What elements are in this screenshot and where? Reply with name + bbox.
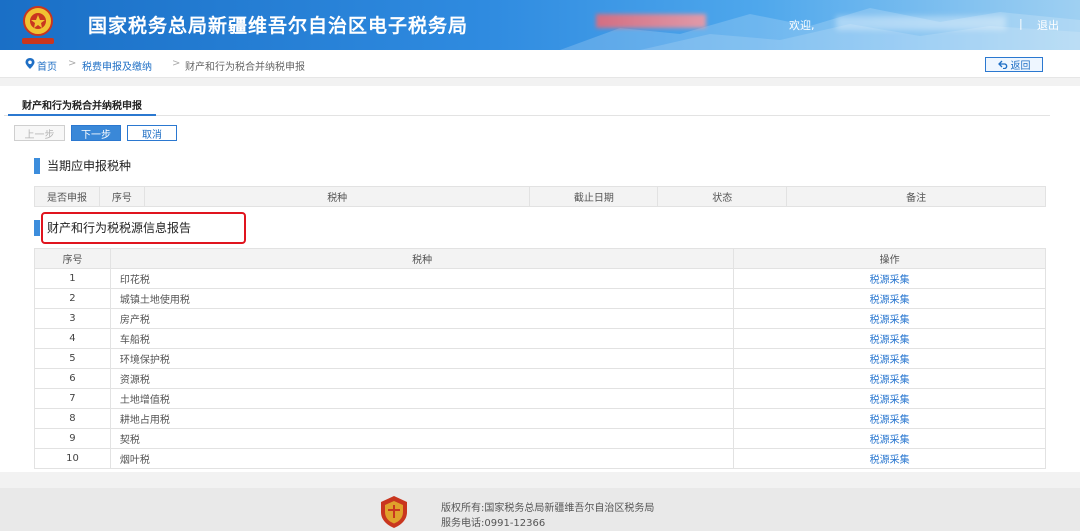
table-row: 1 印花税 税源采集: [34, 268, 1046, 289]
tax-type: 耕地占用税: [109, 408, 735, 429]
site-footer: 版权所有:国家税务总局新疆维吾尔自治区税务局 服务电话:0991-12366: [0, 488, 1080, 531]
table-row: 4 车船税 税源采集: [34, 328, 1046, 349]
back-arrow-icon: [997, 60, 1007, 69]
collect-tax-source-link[interactable]: 税源采集: [733, 308, 1046, 329]
collect-tax-source-link[interactable]: 税源采集: [733, 448, 1046, 469]
table-row: 6 资源税 税源采集: [34, 368, 1046, 389]
collect-tax-source-link[interactable]: 税源采集: [733, 368, 1046, 389]
tax-source-table: 序号 税种 操作 1 印花税 税源采集 2 城镇土地使用税 税源采集 3 房产税…: [34, 248, 1046, 469]
redacted-taxpayer-name: [596, 14, 706, 28]
breadcrumb-arrow: >: [172, 58, 181, 69]
table-row: 3 房产税 税源采集: [34, 308, 1046, 329]
table-header-row: 是否申报 序号 税种 截止日期 状态 备注: [34, 186, 1046, 207]
table-row: 10 烟叶税 税源采集: [34, 448, 1046, 469]
breadcrumb-current: 财产和行为税合并纳税申报: [185, 62, 305, 73]
tab-bar: 财产和行为税合并纳税申报: [4, 90, 1050, 116]
current-taxes-table: 是否申报 序号 税种 截止日期 状态 备注: [34, 186, 1046, 207]
column-header: 税种: [109, 248, 735, 269]
column-header: 序号: [34, 248, 111, 269]
column-header: 操作: [733, 248, 1046, 269]
collect-tax-source-link[interactable]: 税源采集: [733, 288, 1046, 309]
main-panel: 财产和行为税合并纳税申报 上一步 下一步 取消 当期应申报税种 是否申报 序号 …: [0, 86, 1080, 472]
column-header: 税种: [143, 186, 531, 207]
row-number: 8: [34, 408, 111, 429]
collect-tax-source-link[interactable]: 税源采集: [733, 268, 1046, 289]
breadcrumb: 首页 > 税费申报及缴纳 > 财产和行为税合并纳税申报: [0, 50, 1080, 78]
column-header: 备注: [786, 186, 1046, 207]
row-number: 6: [34, 368, 111, 389]
home-pin-icon[interactable]: [25, 58, 35, 69]
tax-type: 城镇土地使用税: [109, 288, 735, 309]
tax-type: 房产税: [109, 308, 735, 329]
section-title-current-taxes: 当期应申报税种: [34, 158, 131, 174]
column-header: 序号: [98, 186, 145, 207]
footer-phone: 服务电话:0991-12366: [441, 518, 546, 529]
table-row: 8 耕地占用税 税源采集: [34, 408, 1046, 429]
site-title: 国家税务总局新疆维吾尔自治区电子税务局: [88, 15, 469, 37]
breadcrumb-home[interactable]: 首页: [37, 58, 57, 73]
footer-logo-icon: [381, 496, 407, 528]
row-number: 5: [34, 348, 111, 369]
row-number: 4: [34, 328, 111, 349]
table-row: 2 城镇土地使用税 税源采集: [34, 288, 1046, 309]
row-number: 9: [34, 428, 111, 449]
tax-type: 烟叶税: [109, 448, 735, 469]
footer-copyright: 版权所有:国家税务总局新疆维吾尔自治区税务局: [441, 503, 655, 514]
tax-type: 契税: [109, 428, 735, 449]
tax-type: 土地增值税: [109, 388, 735, 409]
row-number: 7: [34, 388, 111, 409]
tax-emblem-icon: [22, 6, 54, 44]
table-row: 9 契税 税源采集: [34, 428, 1046, 449]
breadcrumb-arrow: >: [68, 58, 77, 69]
row-number: 1: [34, 268, 111, 289]
back-button-label: 返回: [1010, 61, 1031, 72]
row-number: 3: [34, 308, 111, 329]
collect-tax-source-link[interactable]: 税源采集: [733, 348, 1046, 369]
table-header-row: 序号 税种 操作: [34, 248, 1046, 269]
tax-type: 车船税: [109, 328, 735, 349]
row-number: 2: [34, 288, 111, 309]
tax-type: 印花税: [109, 268, 735, 289]
logout-link[interactable]: 退出: [1037, 17, 1059, 33]
redacted-user-name: [836, 16, 1006, 30]
header-separator: |: [1019, 17, 1023, 30]
tax-type: 环境保护税: [109, 348, 735, 369]
cancel-button[interactable]: 取消: [127, 125, 177, 141]
table-row: 5 环境保护税 税源采集: [34, 348, 1046, 369]
tax-type: 资源税: [109, 368, 735, 389]
column-header: 是否申报: [34, 186, 100, 207]
welcome-text: 欢迎,: [789, 19, 815, 32]
collect-tax-source-link[interactable]: 税源采集: [733, 428, 1046, 449]
next-step-button[interactable]: 下一步: [71, 125, 121, 141]
site-header: 国家税务总局新疆维吾尔自治区电子税务局 欢迎, | 退出: [0, 0, 1080, 50]
breadcrumb-tax-filing[interactable]: 税费申报及缴纳: [82, 58, 152, 73]
prev-step-button[interactable]: 上一步: [14, 125, 65, 141]
row-number: 10: [34, 448, 111, 469]
back-button[interactable]: 返回: [985, 57, 1043, 72]
collect-tax-source-link[interactable]: 税源采集: [733, 328, 1046, 349]
table-row: 7 土地增值税 税源采集: [34, 388, 1046, 409]
collect-tax-source-link[interactable]: 税源采集: [733, 408, 1046, 429]
column-header: 状态: [657, 186, 788, 207]
tab-property-behavior-tax[interactable]: 财产和行为税合并纳税申报: [8, 90, 156, 116]
collect-tax-source-link[interactable]: 税源采集: [733, 388, 1046, 409]
column-header: 截止日期: [529, 186, 659, 207]
annotation-highlight-box: [41, 212, 246, 244]
